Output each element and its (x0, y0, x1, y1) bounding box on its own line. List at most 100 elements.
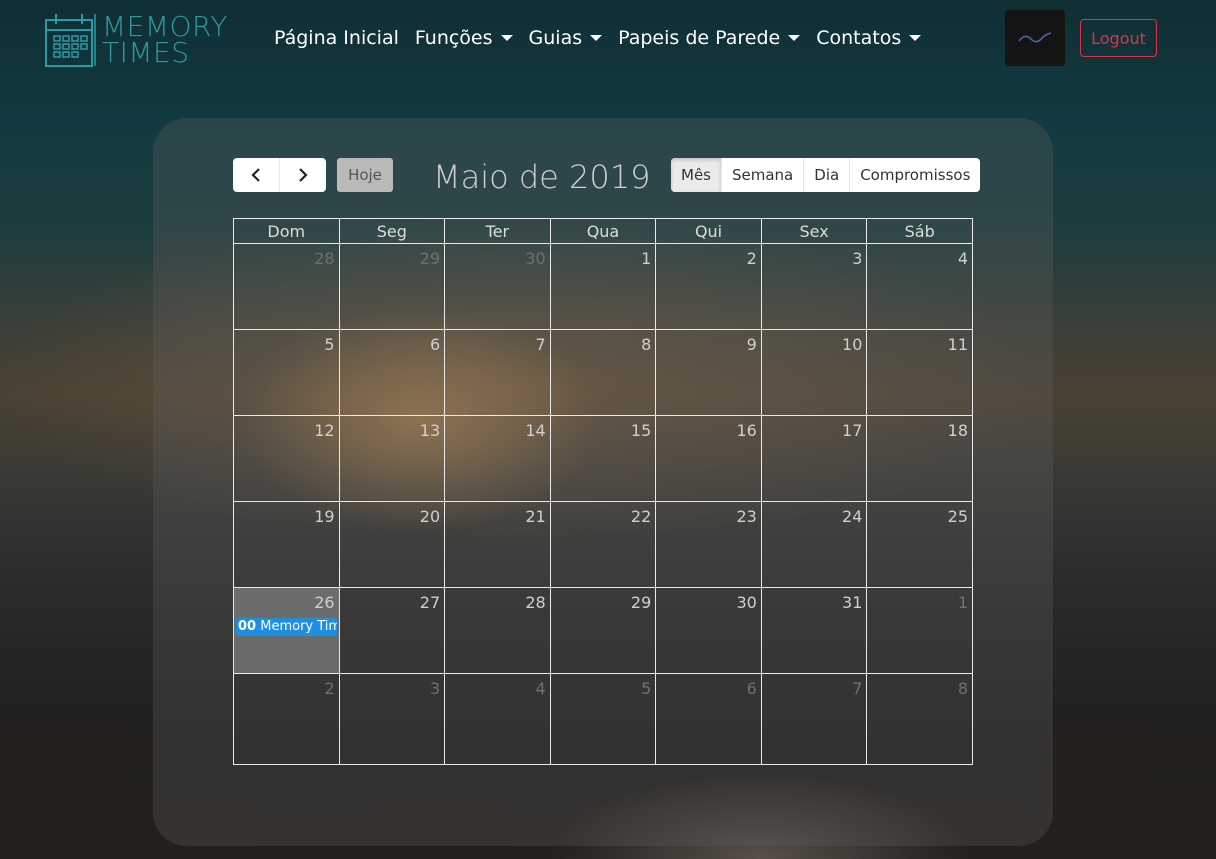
day-cell[interactable]: 7 (444, 329, 551, 416)
nav-item-home[interactable]: Página Inicial (274, 27, 399, 49)
day-number: 24 (842, 507, 863, 526)
day-cell[interactable]: 5 (549, 673, 657, 765)
day-cell[interactable]: 29 (549, 587, 657, 674)
chevron-right-icon (299, 168, 308, 182)
view-week-button[interactable]: Semana (721, 158, 803, 192)
prev-button[interactable] (233, 158, 279, 192)
nav-item-guias[interactable]: Guias (529, 27, 603, 49)
brand-logo[interactable]: MEMORY TIMES (44, 12, 228, 68)
day-cell[interactable]: 1 (549, 243, 657, 330)
day-number: 2 (746, 249, 757, 268)
event-time: 00 (238, 619, 257, 634)
calendar-event[interactable]: 00 Memory Times (236, 618, 337, 636)
day-cell[interactable]: 3 (338, 673, 446, 765)
week-row: 5 6 7 8 9 10 11 (233, 329, 973, 416)
day-cell[interactable]: 18 (866, 415, 973, 502)
nav-item-funcoes[interactable]: Funções (415, 27, 513, 49)
day-number: 29 (419, 249, 441, 268)
main-menu: Página Inicial Funções Guias Papeis de P… (274, 27, 937, 49)
day-cell[interactable]: 29 (338, 243, 446, 330)
calendar-title: Maio de 2019 (433, 158, 651, 196)
day-cell[interactable]: 21 (444, 501, 551, 588)
next-button[interactable] (279, 158, 326, 192)
day-cell[interactable]: 8 (549, 329, 657, 416)
today-button[interactable]: Hoje (337, 158, 393, 192)
day-cell[interactable]: 27 (338, 587, 446, 674)
day-number: 31 (842, 593, 863, 612)
view-month-button[interactable]: Mês (671, 158, 721, 192)
day-cell[interactable]: 23 (655, 501, 762, 588)
day-cell[interactable]: 28 (233, 243, 340, 330)
day-cell[interactable]: 5 (233, 329, 340, 416)
month-grid: Dom Seg Ter Qua Qui Sex Sáb 28 29 30 1 2 3 4 5 6… (233, 218, 973, 765)
day-number: 27 (419, 593, 441, 612)
day-number: 30 (525, 249, 546, 268)
nav-item-label: Papeis de Parede (618, 27, 781, 49)
day-cell[interactable]: 8 (866, 673, 973, 765)
day-number: 2 (324, 679, 335, 698)
week-row: 19 20 21 22 23 24 25 (233, 501, 973, 588)
day-cell[interactable]: 31 (760, 587, 868, 674)
day-number: 23 (736, 507, 757, 526)
day-cell[interactable]: 9 (655, 329, 762, 416)
week-row: 12 13 14 15 16 17 18 (233, 415, 973, 502)
weekday-header: Sáb (866, 218, 973, 244)
logout-button[interactable]: Logout (1080, 19, 1157, 57)
day-number: 15 (630, 421, 652, 440)
day-number: 19 (314, 507, 335, 526)
day-cell[interactable]: 30 (444, 243, 551, 330)
weekday-header: Seg (338, 218, 446, 244)
day-number: 25 (947, 507, 968, 526)
day-number: 17 (842, 421, 863, 440)
view-list-button[interactable]: Compromissos (849, 158, 980, 192)
day-cell[interactable]: 28 (444, 587, 551, 674)
day-cell[interactable]: 24 (760, 501, 868, 588)
day-cell[interactable]: 14 (444, 415, 551, 502)
day-cell[interactable]: 11 (866, 329, 973, 416)
day-number: 12 (314, 421, 335, 440)
nav-item-label: Página Inicial (274, 27, 399, 49)
view-switcher: Mês Semana Dia Compromissos (671, 158, 981, 192)
day-cell[interactable]: 19 (233, 501, 340, 588)
caret-down-icon (788, 35, 801, 41)
nav-item-label: Guias (528, 27, 583, 49)
day-cell[interactable]: 15 (549, 415, 657, 502)
day-cell[interactable]: 30 (655, 587, 762, 674)
day-number: 29 (630, 593, 652, 612)
chevron-left-icon (251, 168, 260, 182)
day-cell[interactable]: 7 (760, 673, 868, 765)
weekday-header: Dom (233, 218, 340, 244)
day-cell[interactable]: 26 00 Memory Times (233, 587, 340, 674)
day-cell[interactable]: 22 (549, 501, 657, 588)
day-cell[interactable]: 17 (760, 415, 868, 502)
day-cell[interactable]: 4 (444, 673, 551, 765)
day-cell[interactable]: 20 (338, 501, 446, 588)
caret-down-icon (909, 35, 922, 41)
day-cell[interactable]: 3 (760, 243, 868, 330)
day-cell[interactable]: 25 (866, 501, 973, 588)
event-title: Memory Times (260, 619, 337, 634)
day-number: 26 (314, 593, 335, 612)
day-cell[interactable]: 6 (338, 329, 446, 416)
day-number: 6 (746, 679, 757, 698)
day-number: 13 (419, 421, 441, 440)
day-cell[interactable]: 2 (655, 243, 762, 330)
day-cell[interactable]: 12 (233, 415, 340, 502)
day-number: 28 (314, 249, 335, 268)
day-number: 5 (641, 679, 652, 698)
day-cell[interactable]: 6 (655, 673, 762, 765)
day-number: 7 (852, 679, 863, 698)
day-cell[interactable]: 10 (760, 329, 868, 416)
day-cell[interactable]: 4 (866, 243, 973, 330)
view-day-button[interactable]: Dia (803, 158, 849, 192)
day-number: 20 (419, 507, 441, 526)
day-cell[interactable]: 13 (338, 415, 446, 502)
nav-item-contatos[interactable]: Contatos (816, 27, 922, 49)
avatar[interactable] (1005, 10, 1065, 66)
nav-item-papeis[interactable]: Papeis de Parede (618, 27, 801, 49)
day-cell[interactable]: 2 (233, 673, 340, 765)
day-number: 8 (641, 335, 652, 354)
brand-text: MEMORY TIMES (102, 13, 228, 67)
day-cell[interactable]: 1 (866, 587, 973, 674)
day-cell[interactable]: 16 (655, 415, 762, 502)
